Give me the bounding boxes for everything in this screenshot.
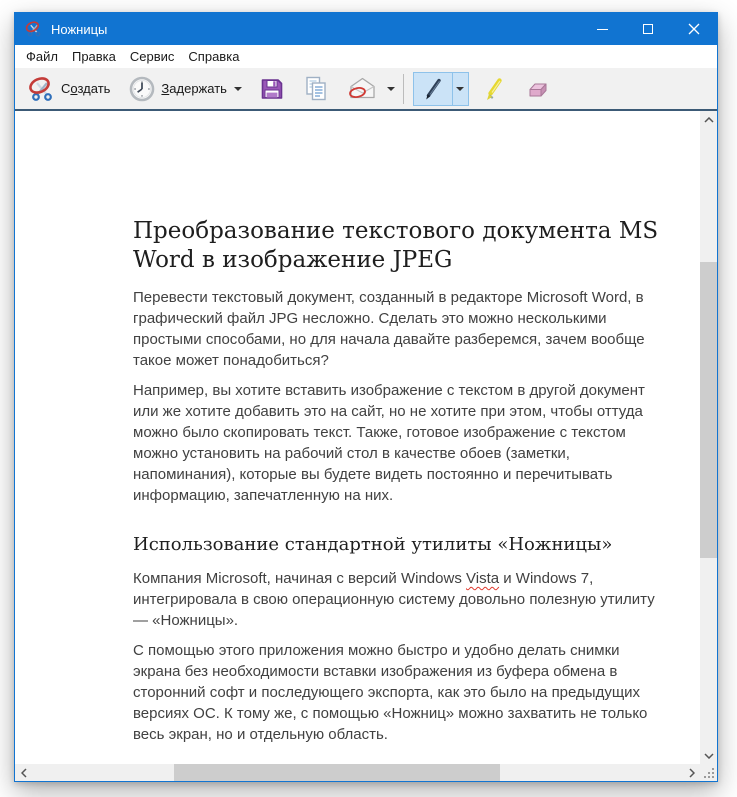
toolbar-separator: [403, 74, 404, 104]
chevron-right-icon: [689, 768, 695, 778]
resize-grip-icon: [700, 764, 717, 781]
scroll-left-button[interactable]: [15, 764, 32, 781]
delay-button[interactable]: Задержать: [122, 72, 248, 106]
menu-item-edit[interactable]: Правка: [65, 47, 123, 66]
minimize-button[interactable]: [579, 13, 625, 45]
delay-label: Задержать: [161, 81, 227, 96]
toolbar: Создать Задержать: [15, 68, 717, 109]
horizontal-scrollbar[interactable]: [15, 764, 700, 781]
pen-dropdown-button[interactable]: [453, 72, 469, 106]
copy-button[interactable]: [296, 72, 336, 106]
mail-icon: [347, 75, 378, 103]
scroll-right-button[interactable]: [683, 764, 700, 781]
email-dropdown-button[interactable]: [384, 74, 399, 104]
window-title: Ножницы: [51, 22, 107, 37]
email-button[interactable]: [341, 72, 384, 106]
new-snip-button[interactable]: Создать: [22, 72, 116, 106]
highlighter-button[interactable]: [474, 72, 514, 106]
chevron-up-icon: [704, 117, 714, 123]
snipping-tool-window: Ножницы Файл Правка Сервис Справка: [14, 12, 718, 782]
maximize-button[interactable]: [625, 13, 671, 45]
horizontal-scrollbar-thumb[interactable]: [174, 764, 500, 781]
close-icon: [688, 23, 700, 35]
floppy-save-icon: [258, 75, 286, 103]
doc-paragraph-1: Перевести текстовый документ, созданный …: [133, 287, 690, 371]
spellcheck-word: Vista: [466, 570, 499, 587]
document-content: Преобразование текстового документа MS W…: [15, 111, 700, 745]
pen-icon: [419, 75, 447, 103]
chevron-left-icon: [21, 768, 27, 778]
delay-chevron-down-icon: [234, 87, 242, 91]
vertical-scrollbar-thumb[interactable]: [700, 262, 717, 558]
maximize-icon: [643, 24, 653, 34]
pen-tool-button[interactable]: [413, 72, 453, 106]
menu-item-file[interactable]: Файл: [19, 47, 65, 66]
new-snip-label: Создать: [61, 81, 110, 96]
scroll-down-button[interactable]: [700, 747, 717, 764]
save-button[interactable]: [252, 72, 292, 106]
copy-icon: [302, 75, 330, 103]
eraser-button[interactable]: [520, 72, 560, 106]
email-chevron-down-icon: [387, 87, 395, 91]
scissors-icon: [28, 75, 56, 103]
pen-chevron-down-icon: [456, 87, 464, 91]
doc-subheading: Использование стандартной утилиты «Ножни…: [133, 533, 690, 556]
caption-buttons: [579, 13, 717, 45]
highlighter-icon: [480, 75, 508, 103]
doc-paragraph-2: Например, вы хотите вставить изображение…: [133, 380, 690, 506]
scroll-up-button[interactable]: [700, 111, 717, 128]
chevron-down-icon: [704, 753, 714, 759]
minimize-icon: [597, 29, 608, 30]
titlebar[interactable]: Ножницы: [15, 13, 717, 45]
pen-tool-split-button: [413, 72, 469, 106]
snip-preview-area: Преобразование текстового документа MS W…: [15, 109, 717, 781]
resize-grip[interactable]: [700, 764, 717, 781]
menu-item-help[interactable]: Справка: [181, 47, 246, 66]
vertical-scrollbar[interactable]: [700, 111, 717, 764]
menu-item-service[interactable]: Сервис: [123, 47, 182, 66]
clock-icon: [128, 75, 156, 103]
doc-paragraph-4: С помощью этого приложения можно быстро …: [133, 640, 690, 745]
doc-paragraph-3: Компания Microsoft, начиная с версий Win…: [133, 568, 690, 631]
close-button[interactable]: [671, 13, 717, 45]
scissors-app-icon: [25, 20, 43, 38]
menubar: Файл Правка Сервис Справка: [15, 45, 717, 68]
eraser-icon: [526, 75, 554, 103]
doc-title: Преобразование текстового документа MS W…: [133, 217, 690, 275]
captured-snip-image: Преобразование текстового документа MS W…: [15, 111, 700, 764]
